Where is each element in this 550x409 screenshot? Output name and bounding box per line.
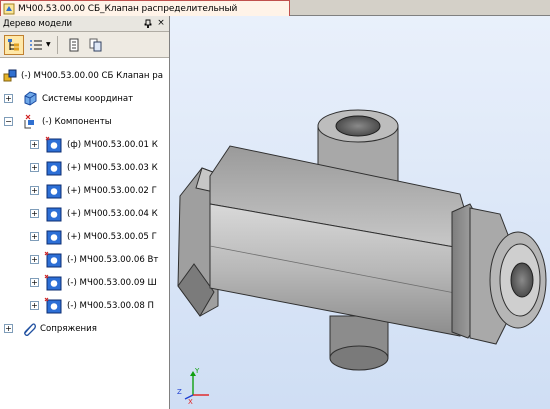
panel-toolbar: ▼ [0, 32, 169, 58]
tree-node-component[interactable]: + (-) МЧ00.53.00.08 П [0, 294, 169, 317]
expand-icon[interactable]: + [30, 301, 39, 310]
tree-node-label: (ф) МЧ00.53.00.01 К [67, 139, 158, 150]
tree-node-label: (-) Компоненты [42, 116, 112, 127]
panel-header: Дерево модели × [0, 16, 169, 32]
tree-node-label: (+) МЧ00.53.00.03 К [67, 162, 158, 173]
tree-node-label: (-) МЧ00.53.00.06 Вт [67, 254, 159, 265]
tree-node-component[interactable]: + (-) МЧ00.53.00.06 Вт [0, 248, 169, 271]
3d-viewport[interactable]: Y X Z [170, 16, 550, 409]
model-tree: (-) МЧ00.53.00.00 СБ Клапан ра + Системы… [0, 58, 169, 340]
copy-icon [89, 38, 102, 51]
part-icon [44, 274, 62, 291]
valve-model[interactable] [170, 16, 550, 409]
panel-title: Дерево модели [3, 18, 73, 29]
assembly-doc-icon [3, 3, 15, 14]
right-fitting [451, 203, 547, 345]
collapse-icon[interactable]: − [4, 117, 13, 126]
toolbar-separator [56, 35, 58, 54]
expand-icon[interactable]: + [30, 255, 39, 264]
tree-node-label: (-) МЧ00.53.00.08 П [67, 300, 154, 311]
tree-node-label: (+) МЧ00.53.00.04 К [67, 208, 158, 219]
bottom-port [329, 315, 389, 371]
list-filter-button[interactable] [26, 35, 46, 55]
structure-tree-icon [8, 38, 19, 50]
copy-button[interactable] [86, 35, 106, 55]
part-icon [46, 207, 62, 222]
document-tab[interactable]: МЧ00.53.00.00 СБ_Клапан распределительны… [0, 0, 290, 16]
close-icon[interactable]: × [156, 19, 166, 29]
part-icon [44, 251, 62, 268]
tree-node-label: Системы координат [42, 93, 134, 104]
model-tree-panel: Дерево модели × ▼ (-) МЧ00.53.00.00 СБ К… [0, 16, 170, 409]
part-icon [44, 297, 62, 314]
part-icon [46, 230, 62, 245]
tree-node-label: (-) МЧ00.53.00.09 Ш [67, 277, 157, 288]
expand-icon[interactable]: + [4, 94, 13, 103]
document-tab-title: МЧ00.53.00.00 СБ_Клапан распределительны… [18, 3, 238, 14]
tree-node-component[interactable]: + (-) МЧ00.53.00.09 Ш [0, 271, 169, 294]
notes-icon [69, 38, 79, 51]
axis-z-label: Z [177, 388, 182, 396]
tree-node-component[interactable]: + (ф) МЧ00.53.00.01 К [0, 133, 169, 156]
tree-node-component[interactable]: + (+) МЧ00.53.00.03 К [0, 156, 169, 179]
valve-body [209, 145, 471, 337]
expand-icon[interactable]: + [30, 232, 39, 241]
tree-node-mates[interactable]: + Сопряжения [0, 317, 169, 340]
tree-node-component[interactable]: + (+) МЧ00.53.00.04 К [0, 202, 169, 225]
tree-node-label: Сопряжения [40, 323, 97, 334]
notes-button[interactable] [64, 35, 84, 55]
structure-tree-button[interactable] [4, 34, 24, 55]
chevron-down-icon[interactable]: ▼ [46, 41, 51, 48]
assembly-icon [3, 69, 17, 82]
part-icon [45, 136, 62, 153]
components-group-icon [24, 114, 34, 128]
axis-y-label: Y [194, 367, 200, 375]
expand-icon[interactable]: + [30, 163, 39, 172]
document-tab-bar: МЧ00.53.00.00 СБ_Клапан распределительны… [0, 0, 550, 16]
tree-node-label: (+) МЧ00.53.00.05 Г [67, 231, 157, 242]
tree-root-node[interactable]: (-) МЧ00.53.00.00 СБ Клапан ра [0, 64, 169, 87]
coordinate-system-icon [24, 90, 37, 106]
part-icon [46, 161, 62, 176]
tree-node-coordinate-systems[interactable]: + Системы координат [0, 87, 169, 110]
paperclip-icon [24, 322, 36, 336]
tree-root-label: (-) МЧ00.53.00.00 СБ Клапан ра [21, 70, 163, 81]
axis-triad: Y X Z [177, 367, 209, 405]
expand-icon[interactable]: + [4, 324, 13, 333]
part-icon [46, 184, 62, 199]
expand-icon[interactable]: + [30, 186, 39, 195]
axis-x-label: X [188, 398, 193, 405]
tree-node-component[interactable]: + (+) МЧ00.53.00.02 Г [0, 179, 169, 202]
pin-icon[interactable] [143, 19, 153, 29]
expand-icon[interactable]: + [30, 278, 39, 287]
list-filter-icon [30, 39, 42, 50]
expand-icon[interactable]: + [30, 209, 39, 218]
tree-node-components[interactable]: − (-) Компоненты [0, 110, 169, 133]
expand-icon[interactable]: + [30, 140, 39, 149]
tree-node-label: (+) МЧ00.53.00.02 Г [67, 185, 157, 196]
tree-node-component[interactable]: + (+) МЧ00.53.00.05 Г [0, 225, 169, 248]
